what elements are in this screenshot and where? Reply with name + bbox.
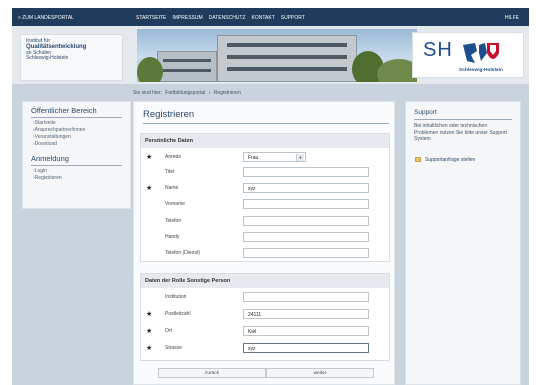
support-request-label: Supportanfrage stellen: [425, 157, 476, 163]
ort-input[interactable]: Kiel: [243, 326, 369, 336]
required-star-icon: ★: [146, 185, 153, 192]
field-label-titel: Titel: [165, 169, 175, 175]
school-building-banner: [137, 29, 417, 82]
coat-of-arms-icon: [463, 43, 499, 63]
back-button[interactable]: zurück: [158, 368, 266, 378]
form-row-telefon-dienst: Telefon (Dienst): [141, 247, 389, 260]
main-menu: STARTSEITE IMPRESSUM DATENSCHUTZ KONTAKT…: [136, 15, 305, 21]
header: Institut für Qualitätsentwicklung an Sch…: [12, 26, 529, 84]
field-label-handy: Handy: [165, 234, 180, 240]
next-button[interactable]: weiter: [266, 368, 374, 378]
schleswig-holstein-logo[interactable]: SH Schleswig-Holstein: [412, 32, 524, 78]
postleitzahl-input[interactable]: 24111: [243, 309, 369, 319]
field-label-telefon-dienst: Telefon (Dienst): [165, 250, 201, 256]
form-row-handy: Handy: [141, 231, 389, 244]
help-link[interactable]: HILFE: [505, 15, 519, 21]
sh-logo-text: SH: [423, 39, 453, 61]
telefon-input[interactable]: [243, 216, 369, 226]
role-data-section: Daten der Rolle Sonstige Person Institut…: [140, 273, 390, 361]
breadcrumb-separator: ›: [208, 90, 211, 96]
form-row-name: ★ Name xyz: [141, 182, 389, 195]
field-label-postleitzahl: Postleitzahl: [165, 311, 191, 317]
login-heading: Anmeldung: [31, 154, 69, 163]
sidebar-item-ansprechpartner[interactable]: Ansprechpartner/innen: [33, 127, 130, 134]
form-row-telefon: Telefon: [141, 215, 389, 228]
titel-input[interactable]: [243, 167, 369, 177]
personal-data-heading: Persönliche Daten: [141, 134, 389, 148]
form-row-ort: ★ Ort Kiel: [141, 325, 389, 338]
divider: [31, 165, 122, 166]
institution-input[interactable]: [243, 292, 369, 302]
form-row-institution: Institution: [141, 291, 389, 304]
anrede-selected-value: Frau: [248, 155, 259, 161]
anrede-select[interactable]: Frau ▼: [243, 152, 306, 162]
menu-kontakt[interactable]: KONTAKT: [252, 15, 275, 21]
top-navigation: » ZUM LANDESPORTAL STARTSEITE IMPRESSUM …: [12, 8, 529, 26]
sidebar-item-login[interactable]: Login: [33, 168, 130, 175]
field-label-name: Name: [165, 185, 179, 191]
institute-logo[interactable]: Institut für Qualitätsentwicklung an Sch…: [20, 34, 123, 81]
field-label-strasse: Strasse: [165, 345, 182, 351]
institute-line-4: Schleswig-Holstein: [26, 55, 69, 61]
required-star-icon: ★: [146, 311, 153, 318]
support-text: Bei inhaltlichen oder technischen Proble…: [414, 123, 507, 142]
name-input[interactable]: xyz: [243, 183, 369, 193]
chevron-down-icon[interactable]: ▼: [296, 154, 304, 161]
form-row-titel: Titel: [141, 166, 389, 179]
divider: [414, 119, 512, 120]
field-label-vorname: Vorname: [165, 201, 186, 207]
required-star-icon: ★: [146, 154, 153, 161]
breadcrumb-portal[interactable]: Fortbildungsportal: [165, 90, 205, 96]
breadcrumb-prefix: Sie sind hier:: [133, 90, 162, 96]
sidebar-item-download[interactable]: Download: [33, 141, 130, 148]
menu-datenschutz[interactable]: DATENSCHUTZ: [209, 15, 246, 21]
breadcrumb: Sie sind hier: Fortbildungsportal › Regi…: [133, 90, 243, 96]
required-star-icon: ★: [146, 345, 153, 352]
divider: [31, 117, 122, 118]
sidebar-item-startseite[interactable]: Startseite: [33, 120, 130, 127]
role-data-heading: Daten der Rolle Sonstige Person: [141, 274, 389, 288]
landesportal-link[interactable]: » ZUM LANDESPORTAL: [18, 15, 74, 21]
vorname-input[interactable]: [243, 199, 369, 209]
envelope-icon: [415, 157, 421, 162]
menu-support[interactable]: SUPPORT: [281, 15, 305, 21]
page-title: Registrieren: [143, 109, 195, 120]
strasse-input[interactable]: xyz: [243, 343, 369, 353]
field-label-institution: Institution: [165, 294, 187, 300]
form-row-strasse: ★ Strasse xyz: [141, 342, 389, 355]
required-star-icon: ★: [146, 328, 153, 335]
sidebar-item-veranstaltungen[interactable]: Veranstaltungen: [33, 134, 130, 141]
menu-impressum[interactable]: IMPRESSUM: [172, 15, 202, 21]
support-heading: Support: [414, 109, 437, 116]
logo-subtitle: Schleswig-Holstein: [459, 68, 503, 73]
handy-input[interactable]: [243, 232, 369, 242]
field-label-telefon: Telefon: [165, 218, 182, 224]
sidebar: Öffentlicher Bereich Startseite Ansprech…: [22, 101, 131, 209]
support-panel: Support Bei inhaltlichen oder technische…: [405, 101, 521, 385]
personal-data-section: Persönliche Daten ★ Anrede Frau ▼ Titel …: [140, 133, 390, 262]
field-label-ort: Ort: [165, 328, 172, 334]
form-row-anrede: ★ Anrede Frau ▼: [141, 151, 389, 164]
title-divider: [143, 123, 389, 124]
form-row-postleitzahl: ★ Postleitzahl 24111: [141, 308, 389, 321]
menu-startseite[interactable]: STARTSEITE: [136, 15, 166, 21]
main-content: Registrieren Persönliche Daten ★ Anrede …: [133, 101, 395, 385]
field-label-anrede: Anrede: [165, 154, 182, 160]
public-area-heading: Öffentlicher Bereich: [31, 106, 97, 115]
form-row-vorname: Vorname: [141, 198, 389, 211]
sidebar-item-registrieren[interactable]: Registrieren: [33, 175, 130, 182]
telefon-dienst-input[interactable]: [243, 248, 369, 258]
support-request-link[interactable]: Supportanfrage stellen: [415, 157, 475, 163]
breadcrumb-current: Registrieren: [213, 90, 241, 96]
